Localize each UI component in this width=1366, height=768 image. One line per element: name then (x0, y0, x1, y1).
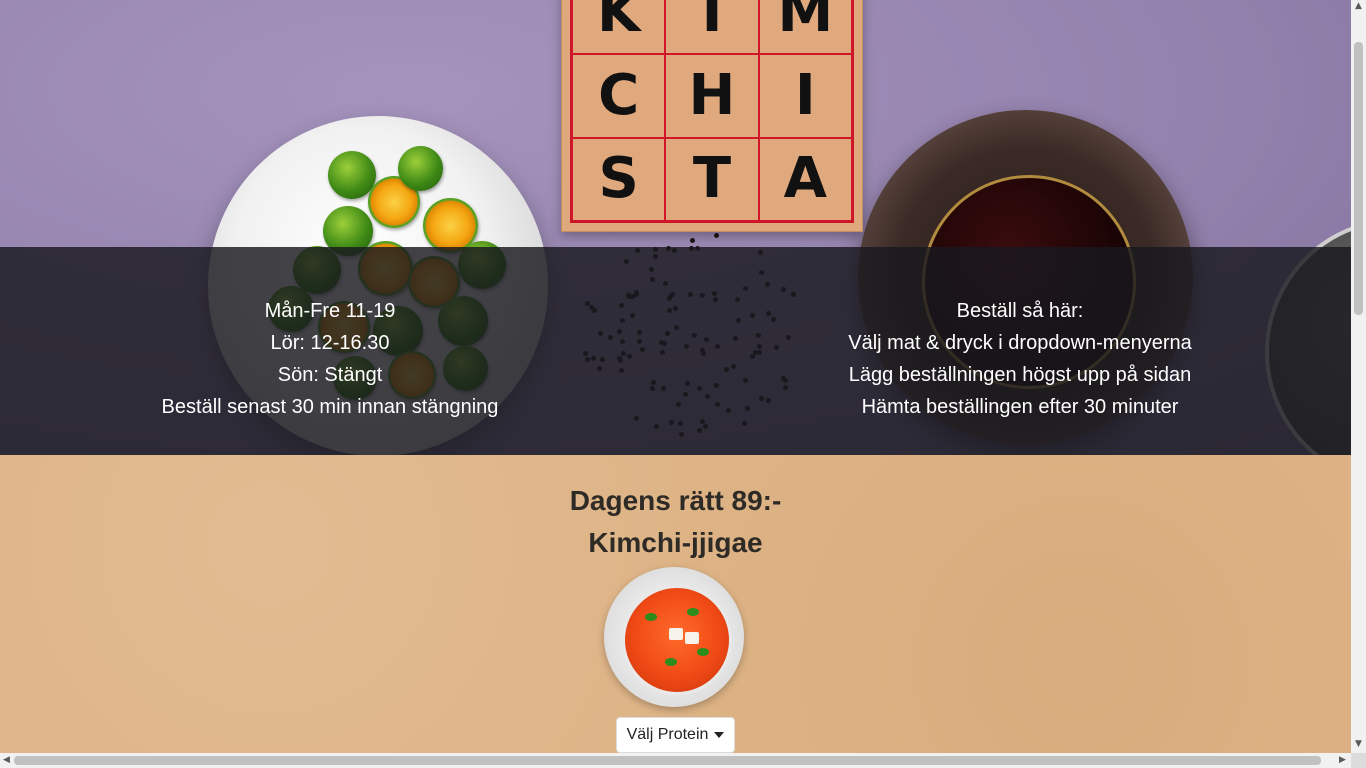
scroll-up-arrow-icon[interactable]: ▲ (1355, 1, 1362, 11)
scrollbar-corner (1351, 753, 1366, 768)
logo-glyph: I (758, 54, 852, 138)
ordering-instructions: Beställ så här: Välj mat & dryck i dropd… (690, 295, 1350, 423)
logo-glyph: M (758, 0, 852, 55)
daily-dish-image (604, 567, 744, 707)
instruction-line: Välj mat & dryck i dropdown-menyerna (848, 332, 1192, 354)
caret-down-icon (714, 732, 725, 738)
dropdown-label: Välj Protein (626, 726, 709, 743)
logo-glyph: I (665, 0, 759, 55)
herb-garnish (687, 608, 699, 616)
scroll-down-arrow-icon[interactable]: ▼ (1355, 739, 1362, 749)
daily-dish-section: Dagens rätt 89:- Kimchi-jjigae Välj Prot… (0, 455, 1351, 753)
tofu-piece (669, 628, 683, 640)
peppercorn (714, 232, 720, 238)
vertical-scroll-thumb[interactable] (1354, 42, 1363, 315)
daily-dish-title: Dagens rätt 89:- (569, 485, 782, 516)
scroll-left-arrow-icon[interactable]: ◀ (3, 755, 10, 765)
peppercorn (690, 237, 696, 243)
hours-line: Lör: 12-16.30 (270, 332, 390, 354)
logo-glyph: H (665, 54, 759, 138)
herb-garnish (697, 648, 709, 656)
kimchi-stew (622, 585, 732, 695)
scroll-right-arrow-icon[interactable]: ▶ (1339, 755, 1346, 765)
tofu-piece (685, 632, 699, 644)
opening-hours: Mån-Fre 11-19 Lör: 12-16.30 Sön: Stängt … (0, 295, 660, 423)
kimchi-stan-logo: K I M C H I S T A (561, 0, 863, 232)
instruction-line: Beställ så här: (956, 300, 1084, 322)
hours-line: Beställ senast 30 min innan stängning (161, 396, 499, 418)
daily-dish-name: Kimchi-jjigae (588, 527, 763, 558)
citrus (398, 146, 443, 191)
logo-glyph: S (572, 137, 666, 221)
logo-glyph: A (758, 137, 852, 221)
logo-glyph: C (572, 54, 666, 138)
herb-garnish (665, 658, 677, 666)
logo-glyph: T (665, 137, 759, 221)
horizontal-scroll-thumb[interactable] (14, 756, 1321, 765)
hours-line: Mån-Fre 11-19 (264, 300, 396, 322)
instruction-line: Lägg beställningen högst upp på sidan (848, 364, 1192, 386)
horizontal-scrollbar[interactable]: ◀ ▶ (0, 753, 1351, 768)
instruction-line: Hämta beställingen efter 30 minuter (861, 396, 1179, 418)
choose-protein-dropdown[interactable]: Välj Protein (616, 717, 735, 753)
herb-garnish (645, 613, 657, 621)
hours-line: Sön: Stängt (277, 364, 383, 386)
info-band: Mån-Fre 11-19 Lör: 12-16.30 Sön: Stängt … (0, 247, 1351, 455)
logo-glyph: K (572, 0, 666, 55)
vertical-scrollbar[interactable]: ▲ ▼ (1351, 0, 1366, 753)
